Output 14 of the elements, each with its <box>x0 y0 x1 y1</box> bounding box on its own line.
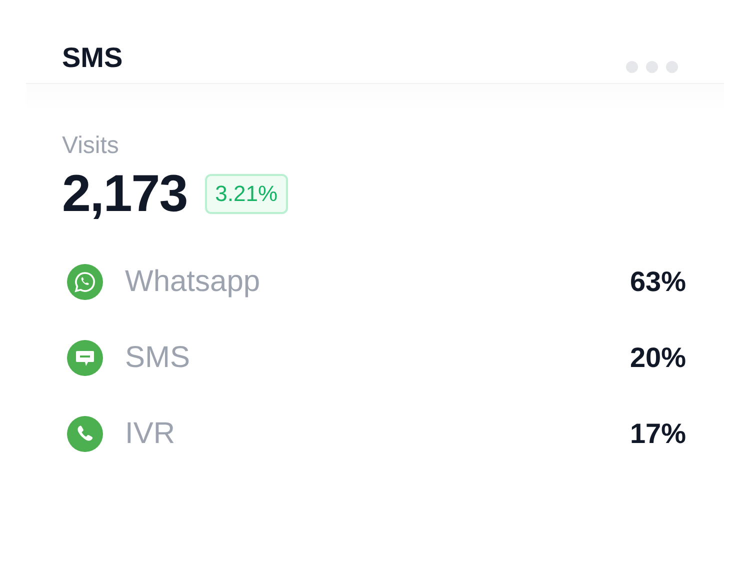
channel-name: IVR <box>125 417 176 451</box>
phone-icon <box>67 416 103 452</box>
message-icon <box>67 340 103 376</box>
more-icon[interactable] <box>626 61 678 73</box>
chat-bubble-icon <box>67 264 103 300</box>
change-badge: 3.21% <box>205 174 288 214</box>
channel-share: 20% <box>630 342 686 374</box>
stat-label: Visits <box>62 132 120 160</box>
channel-share: 63% <box>630 266 686 298</box>
channel-name: SMS <box>125 341 192 375</box>
channel-share: 17% <box>630 418 686 450</box>
stat-value: 2,173 <box>62 164 188 224</box>
channel-name: Whatsapp <box>125 265 262 299</box>
card-title: SMS <box>62 42 123 74</box>
